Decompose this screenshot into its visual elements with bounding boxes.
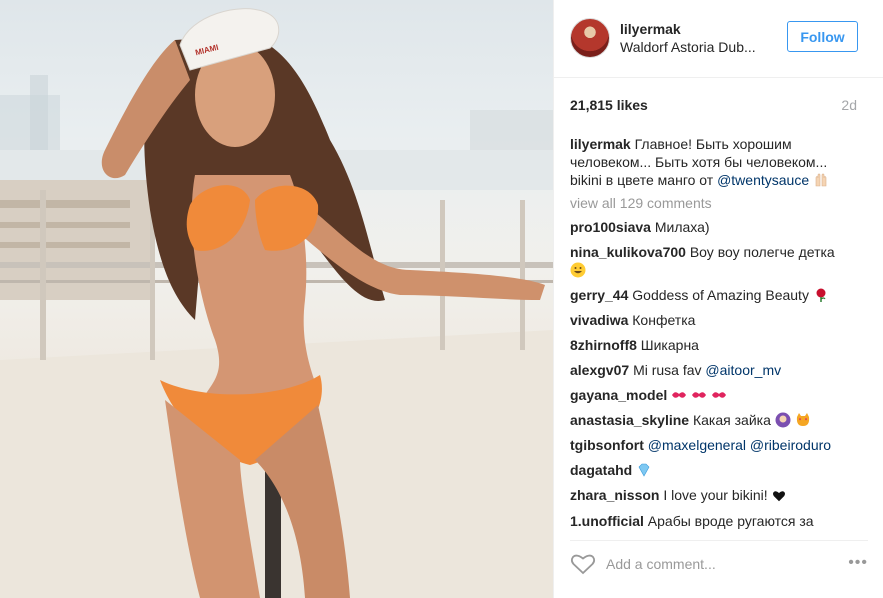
likes-count[interactable]: 21,815 likes	[570, 97, 648, 113]
comment-text: Милаха)	[654, 219, 710, 235]
kiss-mark-icon	[711, 387, 727, 403]
comment-username[interactable]: vivadiwa	[570, 312, 628, 328]
view-all-comments-link[interactable]: view all 129 comments	[570, 195, 860, 211]
comment-username[interactable]: 8zhirnoff8	[570, 337, 637, 353]
comment-text: Воу воу полегче детка	[689, 244, 835, 260]
caption: lilyermak Главное! Быть хорошим человеко…	[570, 135, 860, 189]
comment-footer: Add a comment... •••	[570, 540, 868, 586]
comment-username[interactable]: tgibsonfort	[570, 437, 644, 453]
comment-row: anastasia_skyline Какая зайка	[570, 411, 860, 429]
comment-username[interactable]: 1.unofficial	[570, 513, 644, 529]
follow-button[interactable]: Follow	[787, 21, 858, 52]
post-header: lilyermak Waldorf Astoria Dub... Follow	[554, 0, 883, 78]
comment-username[interactable]: pro100siava	[570, 219, 651, 235]
comment-row: alexgv07 Mi rusa fav @aitoor_mv	[570, 361, 860, 379]
post-photo[interactable]: MIAMI	[0, 0, 553, 598]
comment-username[interactable]: anastasia_skyline	[570, 412, 689, 428]
comment-text: Конфетка	[632, 312, 696, 328]
comment-username[interactable]: nina_kulikova700	[570, 244, 686, 260]
post-side-panel: lilyermak Waldorf Astoria Dub... Follow …	[553, 0, 883, 598]
comment-username[interactable]: gerry_44	[570, 287, 628, 303]
comment-row: gerry_44 Goddess of Amazing Beauty	[570, 286, 860, 304]
comment-text: Арабы вроде ругаются за	[647, 513, 814, 529]
comment-text: Goddess of Amazing Beauty	[632, 287, 809, 303]
comment-row: zhara_nisson I love your bikini!	[570, 486, 860, 505]
avatar[interactable]	[570, 18, 610, 58]
comment-text: Какая зайка	[692, 412, 771, 428]
kiss-mark-icon	[671, 387, 687, 403]
rose-icon	[813, 287, 829, 303]
heart-eyes-cat-icon	[795, 412, 811, 428]
raised-hands-icon	[813, 172, 829, 188]
comment-mention[interactable]: @aitoor_mv	[705, 362, 781, 378]
comment-text: Шикарна	[640, 337, 699, 353]
comment-row: nina_kulikova700 Воу воу полегче детка	[570, 243, 860, 279]
comment-row: vivadiwa Конфетка	[570, 311, 860, 329]
header-location[interactable]: Waldorf Astoria Dub...	[620, 39, 770, 55]
post-age[interactable]: 2d	[841, 97, 857, 113]
comment-text: Mi rusa fav	[633, 362, 702, 378]
header-username[interactable]: lilyermak	[620, 21, 681, 37]
comment-row: dagatahd	[570, 461, 860, 479]
comment-row: 1.unofficial Арабы вроде ругаются за	[570, 512, 860, 530]
comment-text: I love your bikini!	[663, 487, 768, 503]
comment-row: gayana_model	[570, 386, 860, 404]
comment-mention[interactable]: @maxelgeneral @ribeiroduro	[648, 437, 831, 453]
caption-mention[interactable]: @twentysauce	[717, 172, 809, 188]
like-heart-icon[interactable]	[570, 553, 596, 575]
comment-username[interactable]: zhara_nisson	[570, 487, 659, 503]
more-options-button[interactable]: •••	[848, 554, 868, 572]
gem-icon	[636, 462, 652, 478]
comment-username[interactable]: gayana_model	[570, 387, 667, 403]
comment-row: 8zhirnoff8 Шикарна	[570, 336, 860, 354]
comments-list: lilyermak Главное! Быть хорошим человеко…	[570, 135, 860, 533]
black-heart-icon	[772, 489, 788, 505]
grinning-face-icon	[570, 262, 586, 278]
photo-illustration: MIAMI	[0, 8, 553, 598]
kiss-mark-icon	[691, 387, 707, 403]
add-comment-input[interactable]: Add a comment...	[606, 556, 716, 572]
comment-username[interactable]: dagatahd	[570, 462, 632, 478]
comment-username[interactable]: alexgv07	[570, 362, 629, 378]
comment-row: pro100siava Милаха)	[570, 218, 860, 236]
comment-row: tgibsonfort @maxelgeneral @ribeiroduro	[570, 436, 860, 454]
caption-username[interactable]: lilyermak	[570, 136, 631, 152]
person-gesturing-icon	[775, 412, 791, 428]
